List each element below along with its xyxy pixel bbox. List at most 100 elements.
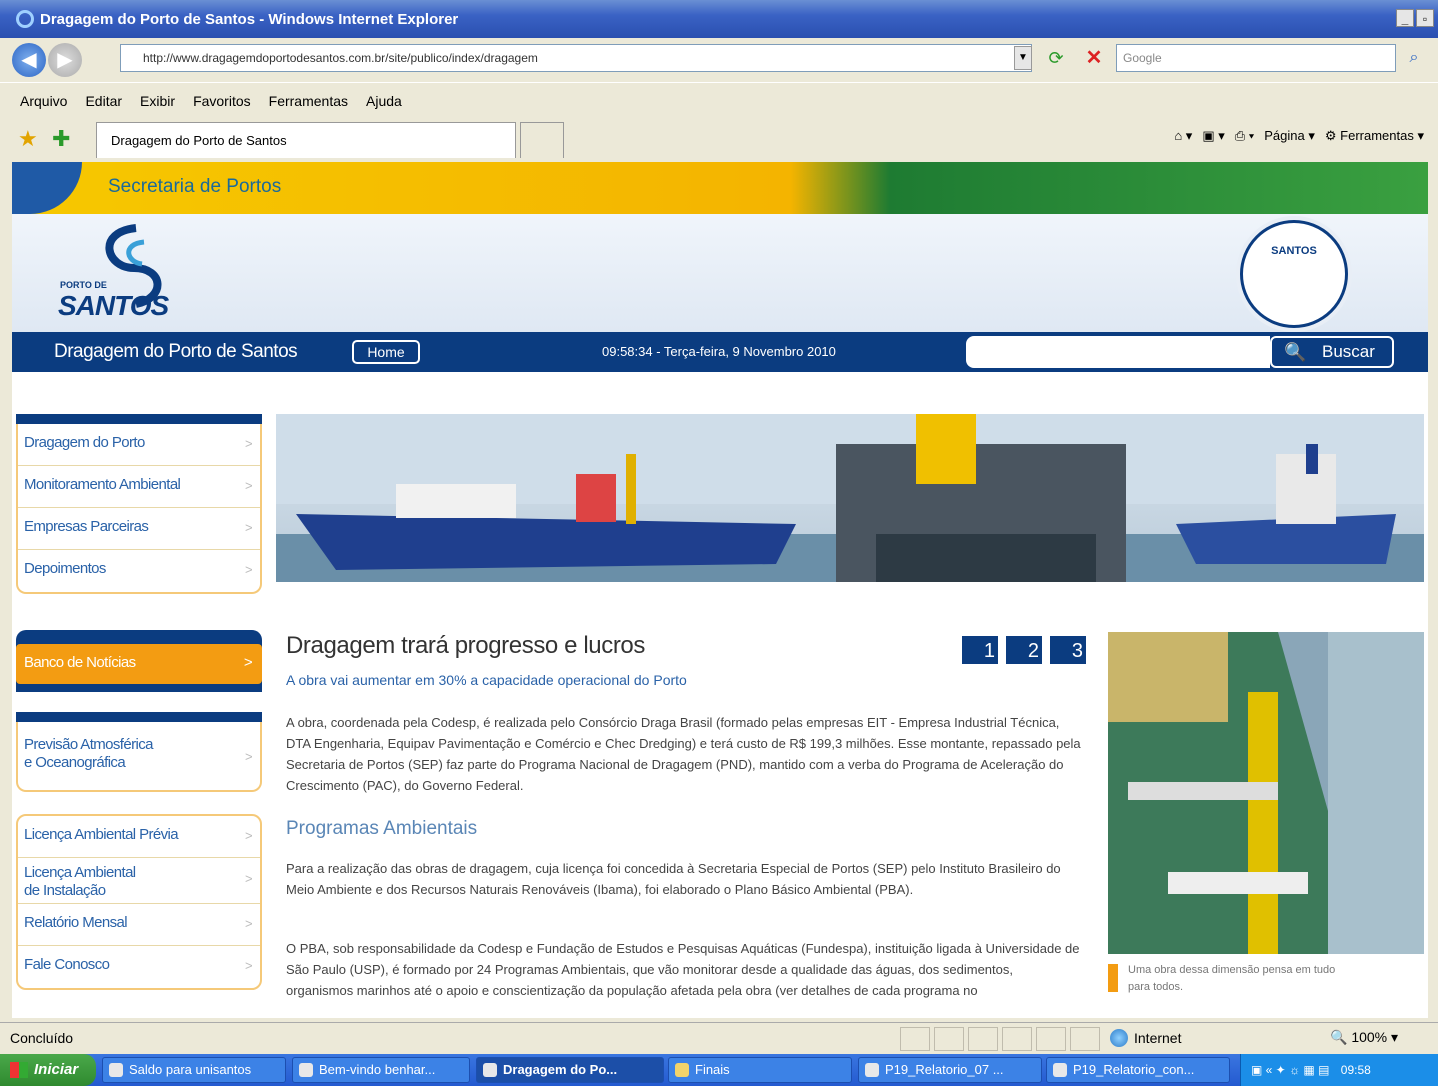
menu-arquivo[interactable]: Arquivo: [20, 93, 67, 109]
start-button[interactable]: Iniciar: [0, 1054, 96, 1086]
slide-pager: 1 2 3: [962, 636, 1086, 664]
menu-item-label: Licença Ambiental de Instalação: [24, 864, 136, 899]
left-menu-licencas: Licença Ambiental Prévia > Licença Ambien…: [16, 814, 262, 990]
command-bar: ⌂ ▾ ▣ ▾ ⎙ ▾ Página ▾ ⚙ Ferramentas ▾: [1174, 128, 1424, 144]
buscar-button[interactable]: 🔍 Buscar: [1270, 336, 1394, 368]
back-button[interactable]: ◀: [12, 43, 46, 77]
tools-menu[interactable]: ⚙ Ferramentas ▾: [1325, 128, 1424, 144]
banco-noticias-button[interactable]: Banco de Notícias >: [16, 644, 262, 684]
menu-item-previsao[interactable]: Previsão Atmosférica e Oceanográfica >: [18, 722, 260, 790]
menu-item-depoimentos[interactable]: Depoimentos >: [18, 550, 260, 592]
menu-item-fale-conosco[interactable]: Fale Conosco >: [18, 946, 260, 988]
taskbar-item-active[interactable]: Dragagem do Po...: [476, 1057, 664, 1083]
chevron-right-icon: >: [245, 749, 253, 764]
taskbar-item-label: Saldo para unisantos: [129, 1062, 252, 1077]
address-field[interactable]: http://www.dragagemdoportodesantos.com.b…: [120, 44, 1032, 72]
logo-header: PORTO DE SANTOS SANTOS: [12, 214, 1428, 332]
status-divider: [1070, 1027, 1100, 1051]
site-nav-strip: Dragagem do Porto de Santos Home 09:58:3…: [12, 332, 1428, 372]
status-bar: Concluído Internet 🔍 100% ▾: [0, 1022, 1438, 1054]
status-divider: [1002, 1027, 1032, 1051]
article-paragraph: A obra, coordenada pela Codesp, é realiz…: [286, 715, 1081, 793]
security-zone[interactable]: Internet: [1110, 1029, 1181, 1047]
menu-ajuda[interactable]: Ajuda: [366, 93, 402, 109]
home-button[interactable]: Home: [352, 340, 420, 364]
status-divider: [934, 1027, 964, 1051]
chevron-right-icon: >: [245, 478, 253, 493]
menu-item-label: Licença Ambiental Prévia: [24, 826, 179, 843]
address-toolbar: ◀ ▶ http://www.dragagemdoportodesantos.c…: [0, 38, 1438, 82]
santos-seal-icon[interactable]: SANTOS: [1240, 220, 1348, 328]
menu-item-empresas[interactable]: Empresas Parceiras >: [18, 508, 260, 550]
taskbar-item[interactable]: Saldo para unisantos: [102, 1057, 286, 1083]
taskbar-item[interactable]: Finais: [668, 1057, 852, 1083]
window-controls: _ ▫: [1396, 9, 1434, 27]
taskbar-item-label: P19_Relatorio_con...: [1073, 1062, 1195, 1077]
search-icon[interactable]: ⌕: [1400, 44, 1428, 72]
taskbar-item-label: Bem-vindo benhar...: [319, 1062, 436, 1077]
restore-button[interactable]: ▫: [1416, 9, 1434, 27]
feeds-icon[interactable]: ▣ ▾: [1202, 128, 1224, 144]
site-search-input[interactable]: [966, 336, 1270, 368]
tray-icons[interactable]: ▣ « ✦ ☼ ▦ ▤: [1251, 1063, 1329, 1077]
address-dropdown-icon[interactable]: ▼: [1014, 46, 1032, 70]
pager-1-button[interactable]: 1: [962, 636, 998, 664]
ie-window: Dragagem do Porto de Santos - Windows In…: [0, 0, 1438, 1086]
pager-3-button[interactable]: 3: [1050, 636, 1086, 664]
zoom-level[interactable]: 🔍 100% ▾: [1330, 1029, 1398, 1046]
add-favorite-icon[interactable]: ✚: [52, 126, 70, 152]
app-icon: [109, 1063, 123, 1077]
menu-item-relatorio[interactable]: Relatório Mensal >: [18, 904, 260, 946]
secretaria-title[interactable]: Secretaria de Portos: [108, 176, 281, 198]
chevron-right-icon: >: [245, 562, 253, 577]
refresh-icon[interactable]: ⟳: [1044, 46, 1068, 70]
status-divider: [1036, 1027, 1066, 1051]
date-time: 09:58:34 - Terça-feira, 9 Novembro 2010: [602, 344, 836, 359]
menu-favoritos[interactable]: Favoritos: [193, 93, 251, 109]
dredge-ships-banner: [276, 414, 1424, 582]
page-menu[interactable]: Página ▾: [1264, 128, 1315, 144]
logo-porto-de: PORTO DE: [60, 280, 107, 290]
chevron-right-icon: >: [245, 871, 253, 886]
left-menu-main: Dragagem do Porto > Monitoramento Ambient…: [16, 414, 262, 594]
browser-tab[interactable]: Dragagem do Porto de Santos: [96, 122, 516, 158]
menu-bar: Arquivo Editar Exibir Favoritos Ferramen…: [0, 82, 1438, 118]
article-paragraph: Para a realização das obras de dragagem,…: [286, 861, 1061, 897]
forward-button[interactable]: ▶: [48, 43, 82, 77]
menu-item-monitoramento[interactable]: Monitoramento Ambiental >: [18, 466, 260, 508]
pager-2-button[interactable]: 2: [1006, 636, 1042, 664]
zoom-value: 100%: [1351, 1029, 1388, 1045]
status-divider: [968, 1027, 998, 1051]
article-subhead: A obra vai aumentar em 30% a capacidade …: [286, 672, 687, 688]
secretaria-banner: Secretaria de Portos: [12, 162, 1428, 214]
chevron-right-icon: >: [245, 436, 253, 451]
new-tab-button[interactable]: [520, 122, 564, 158]
buscar-label: Buscar: [1322, 342, 1375, 361]
taskbar-item-label: Finais: [695, 1062, 730, 1077]
menu-item-label: Depoimentos: [24, 560, 106, 577]
swoosh-graphic: [12, 162, 82, 214]
taskbar-item-label: P19_Relatorio_07 ...: [885, 1062, 1004, 1077]
home-icon[interactable]: ⌂ ▾: [1174, 128, 1192, 144]
taskbar-item[interactable]: P19_Relatorio_con...: [1046, 1057, 1230, 1083]
menu-exibir[interactable]: Exibir: [140, 93, 175, 109]
menu-item-label: Relatório Mensal: [24, 914, 128, 931]
menu-item-licenca-instalacao[interactable]: Licença Ambiental de Instalação >: [18, 858, 260, 904]
menu-editar[interactable]: Editar: [85, 93, 122, 109]
menu-item-licenca-previa[interactable]: Licença Ambiental Prévia >: [18, 816, 260, 858]
menu-item-dragagem[interactable]: Dragagem do Porto >: [18, 424, 260, 466]
clock: 09:58: [1340, 1063, 1371, 1077]
menu-item-label: Empresas Parceiras: [24, 518, 149, 535]
taskbar-item[interactable]: Bem-vindo benhar...: [292, 1057, 470, 1083]
print-icon[interactable]: ⎙ ▾: [1235, 128, 1254, 144]
chevron-right-icon: >: [245, 828, 253, 843]
stop-icon[interactable]: ✕: [1082, 46, 1106, 70]
minimize-button[interactable]: _: [1396, 9, 1414, 27]
search-input[interactable]: Google: [1116, 44, 1396, 72]
menu-item-label: Monitoramento Ambiental: [24, 476, 181, 493]
window-title: Dragagem do Porto de Santos - Windows In…: [40, 10, 459, 28]
taskbar-item[interactable]: P19_Relatorio_07 ...: [858, 1057, 1042, 1083]
menu-ferramentas[interactable]: Ferramentas: [269, 93, 348, 109]
favorites-bar: ★ ✚ Dragagem do Porto de Santos ⌂ ▾ ▣ ▾ …: [0, 118, 1438, 162]
favorites-star-icon[interactable]: ★: [18, 126, 38, 152]
